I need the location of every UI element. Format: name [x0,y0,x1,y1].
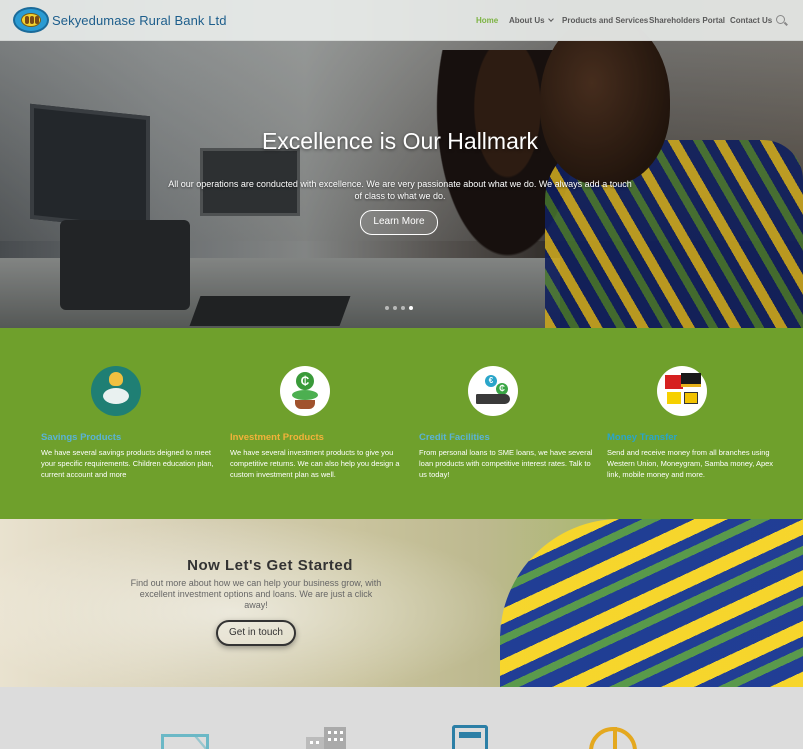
service-title: Money Transfer [607,432,678,443]
nav-shareholders-portal[interactable]: Shareholders Portal [649,16,725,25]
brand-name: Sekyedumase Rural Bank Ltd [52,12,227,28]
get-started-section: Now Let's Get Started Find out more abou… [0,519,803,687]
hero-slider: Excellence is Our Hallmark All our opera… [0,0,803,328]
nav-about-us-label: About Us [509,16,545,25]
kente-shirt-photo [500,519,803,687]
service-description: We have several investment products to g… [230,448,400,479]
slider-dot-1[interactable] [385,306,389,310]
coins-hand-icon: € ₵ [468,366,518,416]
slider-dot-2[interactable] [393,306,397,310]
service-title: Savings Products [41,432,122,443]
learn-more-button[interactable]: Learn More [360,210,438,235]
nav-about-us[interactable]: About Us [509,16,554,25]
bank-seal-icon [13,7,49,33]
search-icon[interactable] [776,15,785,24]
site-header: Sekyedumase Rural Bank Ltd Home About Us… [0,0,803,41]
slider-dots [385,306,417,310]
get-started-description: Find out more about how we can help your… [130,578,382,610]
service-title: Investment Products [230,432,324,443]
piggy-bank-icon [91,366,141,416]
chevron-down-icon [547,16,554,22]
calculator-icon [452,725,488,749]
service-description: From personal loans to SME loans, we hav… [419,448,593,479]
service-description: Send and receive money from all branches… [607,448,774,479]
services-section: Savings Products We have several savings… [0,328,803,519]
pie-chart-icon [589,727,637,749]
slider-dot-3[interactable] [401,306,405,310]
money-transfer-logos-icon [657,366,707,416]
hero-overlay [0,0,803,328]
hero-description: All our operations are conducted with ex… [168,179,632,201]
envelope-icon [161,734,209,749]
page: Excellence is Our Hallmark All our opera… [0,0,803,749]
logo[interactable]: Sekyedumase Rural Bank Ltd [13,7,227,33]
nav-home[interactable]: Home [476,16,498,25]
features-section [0,687,803,749]
get-started-title: Now Let's Get Started [187,557,353,574]
slider-dot-4[interactable] [409,306,413,310]
nav-products-services[interactable]: Products and Services [562,16,648,25]
service-description: We have several savings products deigned… [41,448,214,479]
nav-contact-us[interactable]: Contact Us [730,16,772,25]
hero-title: Excellence is Our Hallmark [261,128,539,154]
building-icon [306,727,346,749]
get-in-touch-button[interactable]: Get in touch [216,620,296,646]
service-title: Credit Facilities [419,432,490,443]
money-plant-icon: ₵ [280,366,330,416]
